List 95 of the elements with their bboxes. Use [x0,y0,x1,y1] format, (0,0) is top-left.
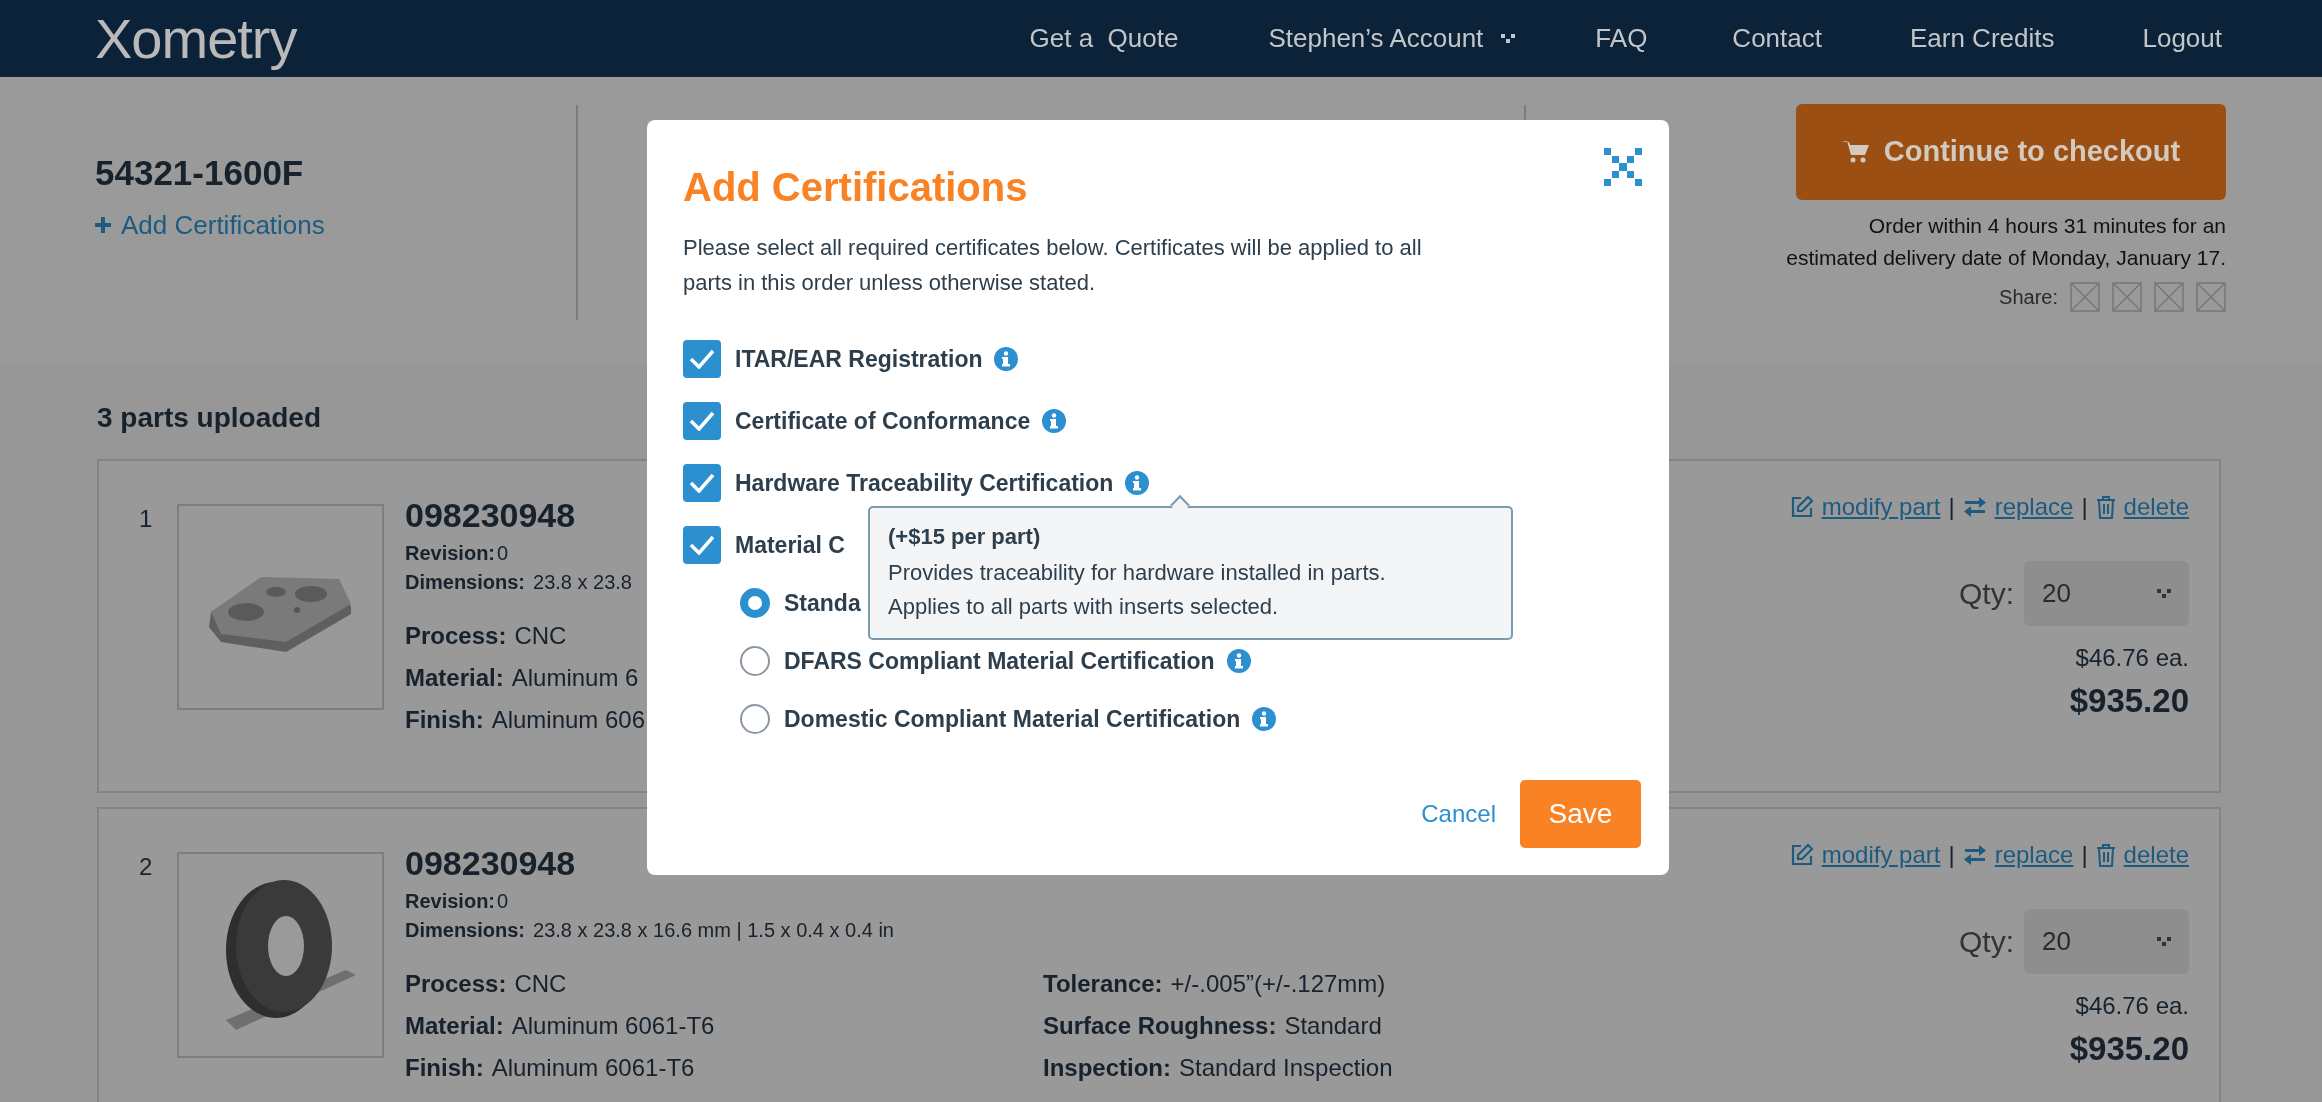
spec-value: 23.8 x 23.8 x 16.6 mm | 1.5 x 0.4 x 0.4 in [533,919,894,941]
nav-link[interactable]: Stephen’s Account [1268,19,1516,58]
modal-title: Add Certifications [683,164,1028,211]
spec-value: 0 [497,542,509,564]
spec-value: Aluminum 606 [491,706,646,733]
spec-value: CNC [514,622,567,649]
part-id: 098230948 [405,495,576,535]
caret-icon [2157,588,2171,599]
checkout-button[interactable]: Continue to checkout [1796,104,2226,200]
spec-label: Process: [405,970,507,997]
radio-button[interactable] [740,646,770,676]
spec-value: CNC [514,970,567,997]
spec-label: Material: [405,664,504,691]
separator: | [1948,492,1955,522]
tooltip-text: Provides traceability for hardware installed in parts. Applies to all parts with inserts selected. [888,559,1387,621]
radio-label: DFARS Compliant Material Certification [784,646,1215,676]
delivery-note: Order within 4 hours 31 minutes for an estimated delivery date of Monday, January 17. [1786,213,2226,271]
part-action-link[interactable]: delete [2123,489,2189,525]
nav-link[interactable]: Logout [2142,19,2222,58]
unit-price: $46.76 ea. [2075,991,2189,1021]
part-index: 2 [139,853,153,880]
spec-label: Dimensions: [405,919,526,941]
spec-label: Finish: [405,1054,484,1081]
qty-label: Qty: [1959,576,2014,612]
spec-label: Dimensions: [405,571,526,593]
part-action-link[interactable]: delete [2123,837,2189,873]
spec-label: Inspection: [1043,1054,1171,1081]
spec-label: Revision: [405,542,496,564]
checkbox[interactable] [683,402,721,440]
spec-value: Aluminum 6061-T6 [491,1054,695,1081]
part-action-link[interactable]: replace [1994,489,2074,525]
swap-arrows-icon [1962,844,1987,866]
modal-description: Please select all required certificates below. Certificates will be applied to all parts in this order unless otherwise stated. [683,234,1423,297]
checkmark-icon [689,411,715,431]
spec-value: Aluminum 6 [511,664,639,691]
nav-link[interactable]: FAQ [1595,19,1648,58]
qty-dropdown[interactable]: 20 [2024,909,2189,974]
radio-label: Domestic Compliant Material Certification [784,704,1241,734]
edit-icon [1789,495,1814,519]
tooltip-title: (+$15 per part) [888,523,1042,551]
swap-arrows-icon [1962,496,1987,518]
checkbox-label: Certificate of Conformance [735,406,1031,436]
spec-value: 23.8 x 23.8 [533,571,632,593]
radio-label: Standa [784,588,861,618]
checkbox-label: Material C [735,530,845,560]
spec-value: +/-.005”(+/-.127mm) [1170,970,1386,997]
edit-icon [1789,843,1814,867]
separator: | [2081,840,2088,870]
cancel-link[interactable]: Cancel [1421,796,1496,832]
checkbox-label: ITAR/EAR Registration [735,344,983,374]
close-icon [1604,148,1642,186]
radio-button[interactable] [740,588,770,618]
checkbox[interactable] [683,340,721,378]
part-index: 1 [139,505,153,532]
share-label: Share: [1999,285,2058,310]
checkmark-icon [689,349,715,369]
total-price: $935.20 [2069,681,2189,721]
separator: | [2081,492,2088,522]
caret-icon [2157,936,2171,947]
checkbox[interactable] [683,526,721,564]
checkmark-icon [689,473,715,493]
spec-value: 0 [497,890,509,912]
checkmark-icon [689,535,715,555]
checkbox-label: Hardware Traceability Certification [735,468,1114,498]
part-action-link[interactable]: modify part [1821,489,1941,525]
plus-icon [95,217,111,233]
add-certifications-link[interactable]: Add Certifications [95,205,325,245]
qty-label: Qty: [1959,924,2014,960]
radio-button[interactable] [740,704,770,734]
trash-icon [2095,843,2116,867]
nav-link[interactable]: Contact [1732,19,1822,58]
trash-icon [2095,495,2116,519]
separator: | [1948,840,1955,870]
spec-label: Surface Roughness: [1043,1012,1277,1039]
parts-count-heading: 3 parts uploaded [97,401,322,435]
part-number: 54321-1600F [95,152,305,194]
close-button[interactable] [1604,148,1642,186]
spec-label: Tolerance: [1043,970,1163,997]
checkbox[interactable] [683,464,721,502]
nav-link[interactable]: Get a Quote [1029,19,1179,58]
part-action-link[interactable]: modify part [1821,837,1941,873]
spec-value: Standard Inspection [1179,1054,1393,1081]
spec-label: Process: [405,622,507,649]
qty-dropdown[interactable]: 20 [2024,561,2189,626]
spec-value: Aluminum 6061-T6 [511,1012,715,1039]
nav-link[interactable]: Earn Credits [1909,19,2055,58]
spec-label: Material: [405,1012,504,1039]
save-button[interactable]: Save [1520,780,1641,848]
part-id: 098230948 [405,843,576,883]
part-action-link[interactable]: replace [1994,837,2074,873]
spec-value: Standard [1284,1012,1382,1039]
spec-label: Revision: [405,890,496,912]
total-price: $935.20 [2069,1029,2189,1069]
spec-label: Finish: [405,706,484,733]
unit-price: $46.76 ea. [2075,643,2189,673]
